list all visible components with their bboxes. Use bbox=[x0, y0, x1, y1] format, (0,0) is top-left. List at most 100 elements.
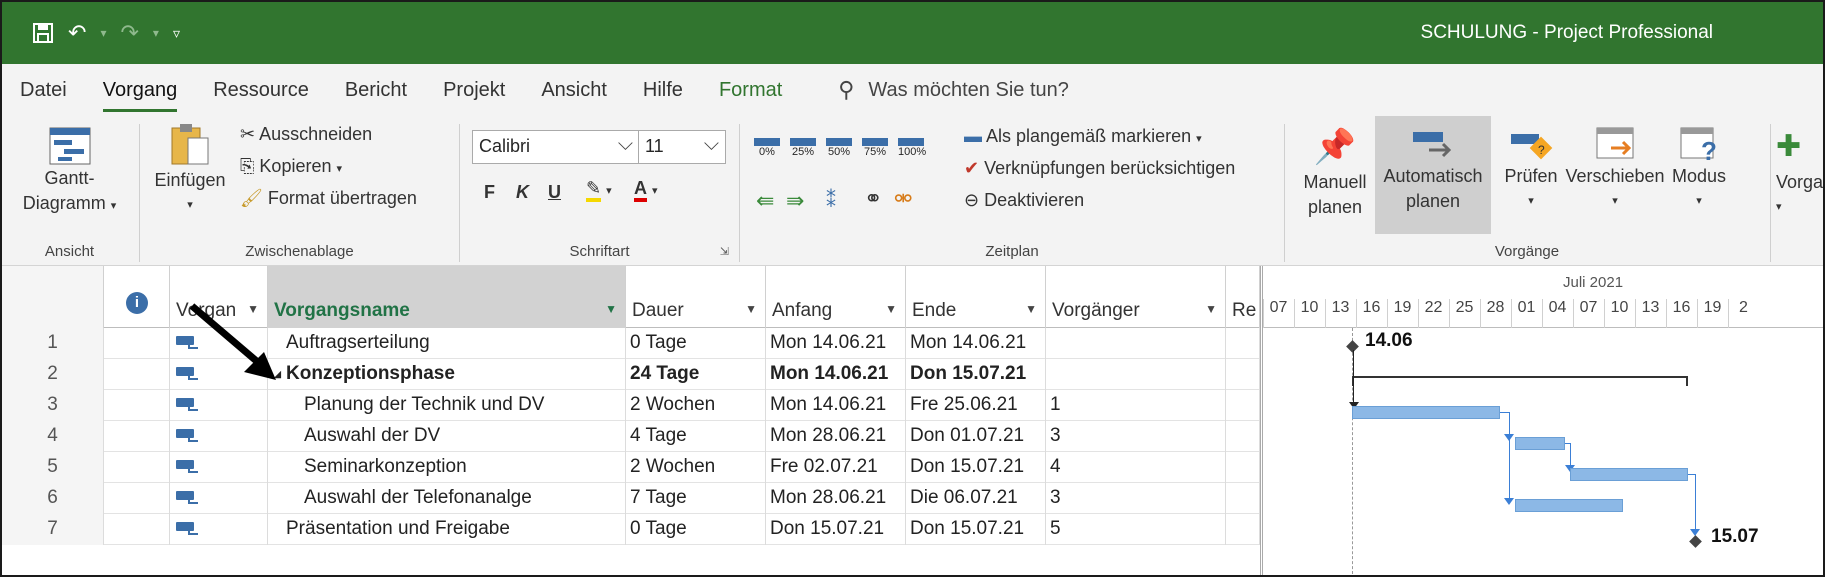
highlight-color-button[interactable]: ✎ ▾ bbox=[586, 178, 612, 202]
resources-cell[interactable] bbox=[1226, 483, 1260, 514]
header-indicators[interactable]: i bbox=[104, 266, 170, 328]
predecessors-cell[interactable]: 3 bbox=[1046, 421, 1226, 452]
tab-vorgang[interactable]: Vorgang bbox=[102, 79, 177, 112]
pct-25-button[interactable]: 25% bbox=[790, 138, 816, 158]
task-name-cell[interactable]: Auftragserteilung bbox=[268, 328, 626, 359]
task-mode-cell[interactable] bbox=[170, 421, 268, 452]
predecessors-cell[interactable]: 5 bbox=[1046, 514, 1226, 545]
pct-0-button[interactable]: 0% bbox=[754, 138, 780, 158]
task-name-cell[interactable]: Seminarkonzeption bbox=[268, 452, 626, 483]
finish-cell[interactable]: Die 06.07.21 bbox=[906, 483, 1046, 514]
start-cell[interactable]: Mon 28.06.21 bbox=[766, 483, 906, 514]
font-color-button[interactable]: A ▾ bbox=[634, 178, 658, 202]
tab-ansicht[interactable]: Ansicht bbox=[541, 79, 607, 102]
resources-cell[interactable] bbox=[1226, 328, 1260, 359]
header-duration[interactable]: Dauer ▼ bbox=[626, 266, 766, 328]
dialog-launcher-icon[interactable]: ⇲ bbox=[720, 245, 729, 258]
row-number[interactable]: 3 bbox=[2, 390, 104, 421]
dropdown-arrow-icon[interactable]: ▼ bbox=[1025, 302, 1037, 316]
insert-task-button[interactable]: ✚ Vorga ▾ bbox=[1776, 124, 1823, 234]
task-mode-cell[interactable] bbox=[170, 483, 268, 514]
format-painter-button[interactable]: 🖌 Format übertragen bbox=[240, 188, 417, 209]
start-cell[interactable]: Don 15.07.21 bbox=[766, 514, 906, 545]
resources-cell[interactable] bbox=[1226, 452, 1260, 483]
tab-projekt[interactable]: Projekt bbox=[443, 79, 505, 102]
pct-50-button[interactable]: 50% bbox=[826, 138, 852, 158]
task-bar-4[interactable] bbox=[1515, 437, 1565, 450]
predecessors-cell[interactable] bbox=[1046, 328, 1226, 359]
task-name-cell[interactable]: ◢ Konzeptionsphase bbox=[268, 359, 626, 390]
finish-cell[interactable]: Don 15.07.21 bbox=[906, 452, 1046, 483]
row-number[interactable]: 5 bbox=[2, 452, 104, 483]
undo-icon[interactable]: ↶ bbox=[68, 20, 86, 46]
font-name-select[interactable]: Calibri ⌵ bbox=[472, 130, 640, 164]
mode-button[interactable]: ? Modus ▾ bbox=[1667, 124, 1731, 234]
undo-dropdown-icon[interactable]: ▾ bbox=[100, 26, 106, 40]
task-name-cell[interactable]: Auswahl der Telefonanalge bbox=[268, 483, 626, 514]
row-number[interactable]: 7 bbox=[2, 514, 104, 545]
inspect-button[interactable]: ? Prüfen ▾ bbox=[1501, 124, 1561, 234]
start-cell[interactable]: Mon 14.06.21 bbox=[766, 359, 906, 390]
task-name-cell[interactable]: Planung der Technik und DV bbox=[268, 390, 626, 421]
duration-cell[interactable]: 2 Wochen bbox=[626, 390, 766, 421]
gantt-chart-button[interactable]: Gantt- Diagramm ▾ bbox=[12, 126, 127, 236]
customize-icon[interactable]: ▿ bbox=[173, 25, 180, 42]
start-cell[interactable]: Mon 14.06.21 bbox=[766, 328, 906, 359]
table-row[interactable]: 3 Planung der Technik und DV 2 Wochen Mo… bbox=[2, 390, 1260, 421]
finish-cell[interactable]: Don 15.07.21 bbox=[906, 514, 1046, 545]
task-bar-3[interactable] bbox=[1352, 406, 1500, 419]
start-cell[interactable]: Mon 28.06.21 bbox=[766, 421, 906, 452]
pct-75-button[interactable]: 75% bbox=[862, 138, 888, 158]
table-row[interactable]: 5 Seminarkonzeption 2 Wochen Fre 02.07.2… bbox=[2, 452, 1260, 483]
row-number[interactable]: 6 bbox=[2, 483, 104, 514]
unlink-tasks-icon[interactable]: ⚮ bbox=[894, 186, 912, 212]
milestone-7[interactable] bbox=[1689, 535, 1702, 548]
task-mode-cell[interactable] bbox=[170, 452, 268, 483]
predecessors-cell[interactable]: 3 bbox=[1046, 483, 1226, 514]
header-start[interactable]: Anfang ▼ bbox=[766, 266, 906, 328]
indicator-cell[interactable] bbox=[104, 390, 170, 421]
indicator-cell[interactable] bbox=[104, 421, 170, 452]
font-size-select[interactable]: 11 ⌵ bbox=[638, 130, 726, 164]
link-tasks-icon[interactable]: ⚭ bbox=[864, 186, 882, 212]
row-number[interactable]: 2 bbox=[2, 359, 104, 390]
italic-button[interactable]: K bbox=[516, 182, 529, 203]
summary-bar[interactable] bbox=[1352, 376, 1688, 378]
resources-cell[interactable] bbox=[1226, 359, 1260, 390]
dropdown-arrow-icon[interactable]: ▼ bbox=[605, 302, 617, 316]
finish-cell[interactable]: Fre 25.06.21 bbox=[906, 390, 1046, 421]
duration-cell[interactable]: 2 Wochen bbox=[626, 452, 766, 483]
bold-button[interactable]: F bbox=[484, 182, 495, 203]
paste-button[interactable]: Einfügen ▾ bbox=[150, 122, 230, 222]
finish-cell[interactable]: Don 01.07.21 bbox=[906, 421, 1046, 452]
cut-button[interactable]: ✂ Ausschneiden bbox=[240, 124, 372, 145]
auto-schedule-button[interactable]: Automatisch planen bbox=[1375, 116, 1491, 234]
dropdown-arrow-icon[interactable]: ▼ bbox=[885, 302, 897, 316]
indicator-cell[interactable] bbox=[104, 328, 170, 359]
header-finish[interactable]: Ende ▼ bbox=[906, 266, 1046, 328]
task-mode-cell[interactable] bbox=[170, 390, 268, 421]
predecessors-cell[interactable]: 1 bbox=[1046, 390, 1226, 421]
header-predecessors[interactable]: Vorgänger ▼ bbox=[1046, 266, 1226, 328]
tab-format[interactable]: Format bbox=[719, 79, 782, 102]
tab-datei[interactable]: Datei bbox=[20, 79, 67, 102]
indicator-cell[interactable] bbox=[104, 483, 170, 514]
task-mode-cell[interactable] bbox=[170, 514, 268, 545]
dropdown-arrow-icon[interactable]: ▼ bbox=[745, 302, 757, 316]
underline-button[interactable]: U bbox=[548, 182, 561, 203]
tab-bericht[interactable]: Bericht bbox=[345, 79, 407, 102]
start-cell[interactable]: Fre 02.07.21 bbox=[766, 452, 906, 483]
row-number[interactable]: 1 bbox=[2, 328, 104, 359]
dropdown-arrow-icon[interactable]: ▼ bbox=[1205, 302, 1217, 316]
redo-icon[interactable]: ↷ bbox=[120, 20, 138, 46]
duration-cell[interactable]: 4 Tage bbox=[626, 421, 766, 452]
resources-cell[interactable] bbox=[1226, 390, 1260, 421]
row-number[interactable]: 4 bbox=[2, 421, 104, 452]
tab-ressource[interactable]: Ressource bbox=[213, 79, 309, 102]
resources-cell[interactable] bbox=[1226, 514, 1260, 545]
save-icon[interactable] bbox=[32, 22, 54, 44]
indent-icon[interactable]: ⇛ bbox=[786, 188, 804, 214]
tab-hilfe[interactable]: Hilfe bbox=[643, 79, 683, 102]
start-cell[interactable]: Mon 14.06.21 bbox=[766, 390, 906, 421]
duration-cell[interactable]: 7 Tage bbox=[626, 483, 766, 514]
